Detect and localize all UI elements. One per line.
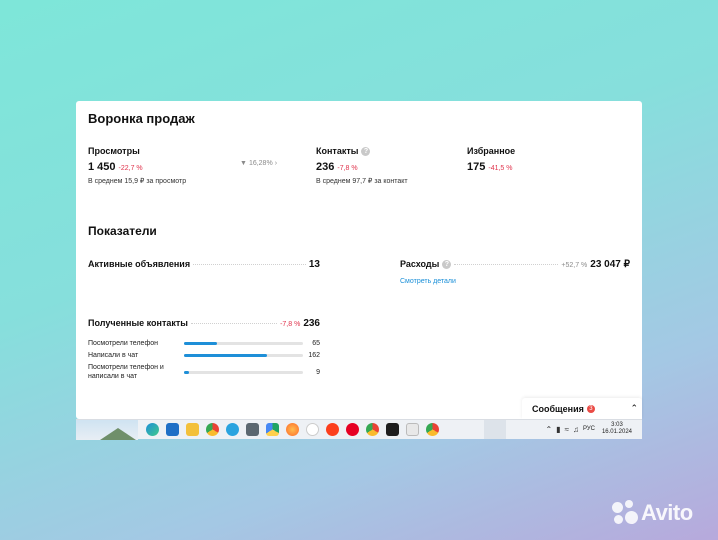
google-drive-icon[interactable] [266, 423, 279, 436]
active-ads-value: 13 [308, 259, 320, 270]
battery-icon[interactable]: ▮ [556, 425, 560, 434]
messages-badge: 3 [586, 404, 595, 413]
clock-time: 3:03 [611, 422, 623, 428]
chrome-icon[interactable] [426, 423, 439, 436]
taskbar-apps [146, 423, 439, 436]
favorites-label: Избранное [467, 146, 516, 156]
active-ads-row[interactable]: Активные объявления 13 [88, 259, 320, 270]
breakdown-row: Написали в чат 162 [88, 349, 320, 361]
expenses-row: Расходы ? +52,7 % 23 047 ₽ [400, 259, 630, 270]
received-contacts-value: 236 [303, 318, 320, 329]
breakdown-bar [184, 370, 303, 374]
funnel-views: Просмотры 1 450 -22,7 % В среднем 15,9 ₽… [88, 146, 186, 185]
received-contacts-label: Полученные контакты [88, 318, 188, 328]
received-contacts-change: -7,8 % [280, 321, 301, 328]
chevron-right-icon: › [274, 160, 278, 167]
mail-icon[interactable] [166, 423, 179, 436]
active-app-highlight [484, 420, 506, 439]
chrome-icon[interactable] [366, 423, 379, 436]
views-value: 1 450 [88, 161, 116, 173]
contacts-breakdown: Посмотрели телефон 65 Написали в чат 162… [88, 337, 320, 383]
messages-widget[interactable]: Сообщения 3 ⌃ [522, 398, 642, 419]
messages-title: Сообщения [532, 403, 584, 414]
breakdown-bar [184, 341, 303, 345]
avito-wordmark: Avito [641, 500, 693, 525]
avito-logo-icon [612, 500, 638, 526]
funnel-title: Воронка продаж [88, 111, 195, 126]
pinterest-icon[interactable] [346, 423, 359, 436]
views-sub: В среднем 15,9 ₽ за просмотр [88, 178, 187, 185]
contacts-change: -7,8 % [337, 165, 358, 172]
leader-dots [454, 264, 559, 265]
filter-icon: ▼ [240, 160, 247, 167]
favorites-change: -41,5 % [488, 165, 513, 172]
breakdown-bar [184, 353, 303, 357]
statistics-panel: Воронка продаж Просмотры 1 450 -22,7 % В… [76, 101, 642, 419]
contacts-sub: В среднем 97,7 ₽ за контакт [316, 178, 408, 185]
breakdown-label: Посмотрели телефон и написали в чат [88, 364, 164, 380]
contacts-value: 236 [316, 161, 335, 173]
breakdown-value: 65 [312, 339, 320, 347]
expenses-change: +52,7 % [561, 262, 588, 269]
volume-icon[interactable]: ♫ [573, 425, 579, 434]
photos-icon[interactable] [406, 423, 419, 436]
avito-watermark: Avito [612, 500, 693, 526]
expenses-value: 23 047 ₽ [590, 259, 630, 270]
system-tray: ⌃ ▮ ≈ ♫ РУС 3:03 16.01.2024 [545, 422, 632, 436]
leader-dots [193, 264, 306, 265]
view-details-link[interactable]: Смотреть детали [400, 278, 456, 285]
chevron-up-icon[interactable]: ⌃ [545, 425, 552, 434]
edge-icon[interactable] [146, 423, 159, 436]
clock-date: 16.01.2024 [601, 429, 632, 435]
breakdown-label: Посмотрели телефон [88, 339, 158, 347]
yandex-browser-icon[interactable] [306, 423, 319, 436]
funnel-contacts: Контакты ? 236 -7,8 % В среднем 97,7 ₽ з… [316, 146, 408, 185]
help-icon[interactable]: ? [361, 146, 371, 156]
breakdown-value: 9 [316, 368, 320, 376]
weather-widget[interactable] [76, 419, 138, 440]
chrome-icon[interactable] [206, 423, 219, 436]
firefox-icon[interactable] [286, 423, 299, 436]
chevron-up-icon[interactable]: ⌃ [630, 403, 638, 414]
yandex-icon[interactable] [326, 423, 339, 436]
windows-taskbar: ⌃ ▮ ≈ ♫ РУС 3:03 16.01.2024 [76, 419, 642, 440]
breakdown-label: Написали в чат [88, 351, 139, 359]
views-label: Просмотры [88, 146, 140, 156]
active-ads-label: Активные объявления [88, 259, 191, 269]
breakdown-value: 162 [308, 351, 320, 359]
breakdown-row: Посмотрели телефон и написали в чат 9 [88, 361, 320, 383]
contacts-label: Контакты [316, 146, 359, 156]
leader-dots [190, 323, 278, 324]
metrics-title: Показатели [88, 224, 157, 238]
clock[interactable]: 3:03 16.01.2024 [602, 422, 632, 436]
telegram-icon[interactable] [226, 423, 239, 436]
received-contacts-row: Полученные контакты -7,8 % 236 [88, 318, 320, 329]
funnel-favorites: Избранное 175 -41,5 % [467, 146, 515, 173]
conversion-rate[interactable]: ▼ 16,28% › [240, 160, 277, 167]
favorites-value: 175 [467, 161, 486, 173]
calculator-icon[interactable] [246, 423, 259, 436]
figma-icon[interactable] [386, 423, 399, 436]
conversion-value: 16,28% [248, 160, 273, 167]
wifi-icon[interactable]: ≈ [565, 425, 569, 434]
language-indicator[interactable]: РУС [583, 426, 595, 432]
breakdown-row: Посмотрели телефон 65 [88, 337, 320, 349]
views-change: -22,7 % [118, 165, 143, 172]
expenses-label: Расходы [400, 259, 440, 269]
help-icon[interactable]: ? [442, 259, 452, 269]
files-icon[interactable] [186, 423, 199, 436]
